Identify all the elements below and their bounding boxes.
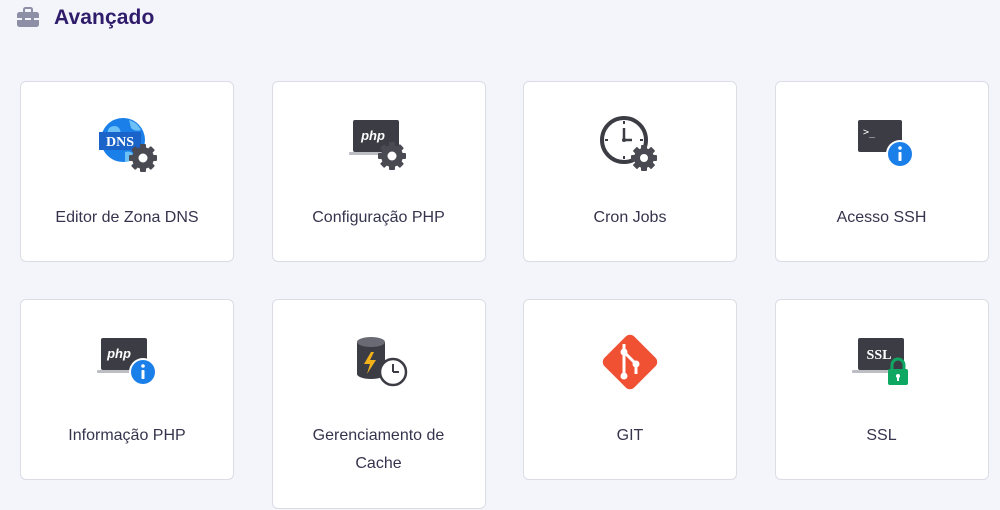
card-label: Gerenciamento de Cache bbox=[312, 427, 445, 472]
card-label: GIT bbox=[616, 427, 644, 444]
git-icon bbox=[602, 334, 658, 390]
dns-zone-editor-card[interactable]: DNS Editor de Zona DNS bbox=[20, 81, 234, 262]
card-label: SSL bbox=[866, 427, 897, 444]
svg-text:>_: >_ bbox=[863, 127, 876, 138]
database-clock-icon bbox=[356, 337, 407, 387]
svg-text:php: php bbox=[360, 128, 385, 143]
card-label: Configuração PHP bbox=[312, 209, 445, 226]
git-card[interactable]: GIT bbox=[523, 299, 737, 480]
toolbox-icon bbox=[17, 7, 39, 27]
section-title: Avançado bbox=[54, 6, 155, 29]
cache-management-card[interactable]: Gerenciamento de Cache bbox=[271, 299, 486, 509]
dns-globe-gear-icon: DNS bbox=[99, 118, 157, 172]
section-header: Avançado bbox=[16, 6, 154, 30]
php-monitor-info-icon: php bbox=[97, 338, 157, 386]
tools-grid: DNS Editor de Zona DNS php Configuração … bbox=[20, 81, 989, 509]
card-label: Cron Jobs bbox=[593, 209, 667, 226]
svg-text:php: php bbox=[106, 346, 131, 361]
card-label: Acesso SSH bbox=[836, 209, 927, 226]
cron-jobs-card[interactable]: Cron Jobs bbox=[523, 81, 737, 262]
php-config-card[interactable]: php Configuração PHP bbox=[271, 81, 486, 262]
svg-text:DNS: DNS bbox=[106, 135, 134, 150]
ssl-card[interactable]: SSL SSL bbox=[774, 299, 989, 480]
ssh-access-card[interactable]: >_ Acesso SSH bbox=[774, 81, 989, 262]
svg-text:SSL: SSL bbox=[866, 348, 891, 363]
terminal-info-icon: >_ bbox=[857, 120, 914, 168]
card-label: Editor de Zona DNS bbox=[55, 209, 199, 226]
php-info-card[interactable]: php Informação PHP bbox=[20, 299, 234, 480]
card-label: Informação PHP bbox=[68, 427, 186, 444]
ssl-monitor-lock-icon: SSL bbox=[851, 338, 908, 385]
clock-gear-icon bbox=[600, 116, 657, 171]
php-monitor-gear-icon: php bbox=[348, 120, 406, 170]
